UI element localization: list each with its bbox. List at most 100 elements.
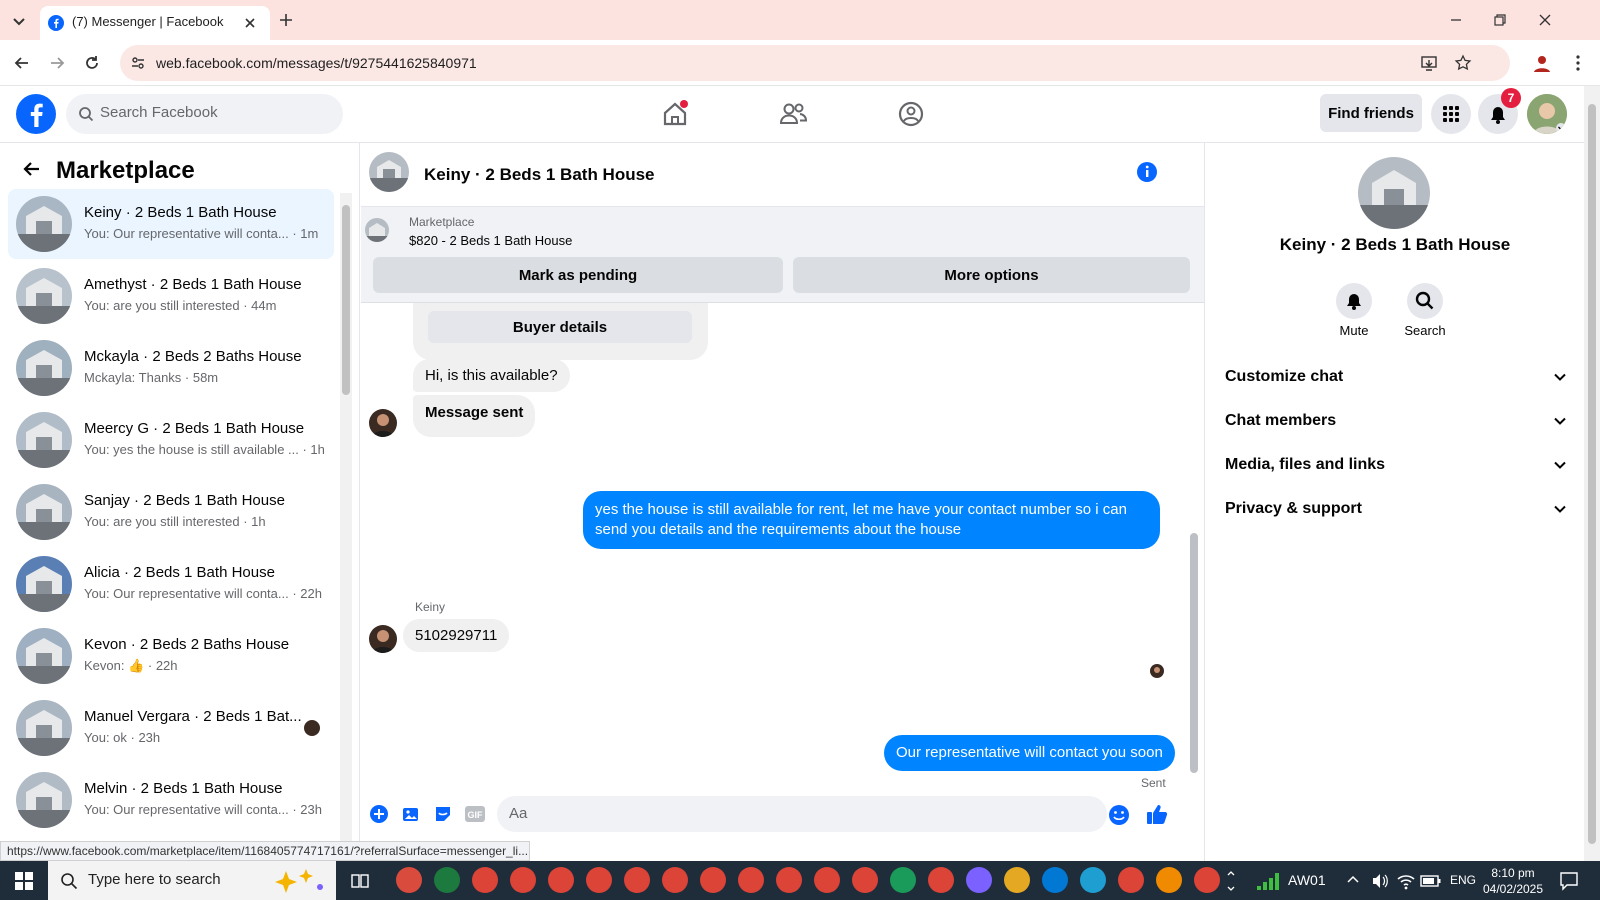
home-nav-button[interactable]: [655, 94, 695, 134]
menu-button[interactable]: [1431, 94, 1471, 134]
conversation-item[interactable]: Alicia · 2 Beds 1 Bath House You: Our rep…: [8, 549, 334, 619]
chat-scroll-thumb[interactable]: [1190, 533, 1198, 773]
conversation-item[interactable]: Sanjay · 2 Beds 1 Bath House You: are you…: [8, 477, 334, 547]
profile-photo[interactable]: [1358, 157, 1430, 229]
media-files-links-section[interactable]: Media, files and links: [1221, 450, 1571, 480]
conversation-item[interactable]: Keiny · 2 Beds 1 Bath House You: Our repr…: [8, 189, 334, 259]
chrome-icon[interactable]: [510, 867, 536, 893]
plus-circle-icon[interactable]: [369, 804, 389, 824]
privacy-support-section[interactable]: Privacy & support: [1221, 494, 1571, 524]
url-text[interactable]: web.facebook.com/messages/t/927544162584…: [156, 55, 477, 71]
chrome-icon[interactable]: [586, 867, 612, 893]
excel-icon[interactable]: [434, 867, 460, 893]
notifications-button[interactable]: 7: [1478, 88, 1521, 134]
back-arrow-icon[interactable]: [22, 159, 42, 179]
conversation-item[interactable]: Manuel Vergara · 2 Beds 1 Bat... You: ok …: [8, 693, 334, 763]
thumbs-up-icon[interactable]: [1145, 802, 1169, 826]
sender-avatar[interactable]: [369, 625, 397, 653]
file-explorer-icon[interactable]: [1004, 867, 1030, 893]
chrome-icon[interactable]: [928, 867, 954, 893]
search-in-chat-button[interactable]: [1407, 283, 1443, 319]
photo-icon[interactable]: [401, 804, 421, 824]
edge-icon[interactable]: [1080, 867, 1106, 893]
notification-center-icon[interactable]: [1558, 870, 1580, 892]
chrome-icon[interactable]: [814, 867, 840, 893]
input-language[interactable]: ENG: [1450, 873, 1476, 887]
chrome-icon[interactable]: [1118, 867, 1144, 893]
taskbar-search[interactable]: [48, 861, 336, 900]
chat-title[interactable]: Keiny · 2 Beds 1 Bath House: [424, 165, 655, 185]
back-arrow-icon[interactable]: [12, 53, 32, 73]
kebab-menu-icon[interactable]: [1568, 53, 1588, 73]
chevron-up-icon[interactable]: [1346, 873, 1360, 887]
copilot-icon[interactable]: [966, 867, 992, 893]
network-signal-icon[interactable]: [1255, 870, 1281, 892]
mark-as-pending-button[interactable]: Mark as pending: [373, 257, 783, 293]
page-scroll-thumb[interactable]: [1588, 104, 1596, 844]
facebook-search[interactable]: [66, 94, 343, 134]
chat-avatar[interactable]: [369, 152, 409, 192]
minimize-icon[interactable]: [1448, 12, 1464, 28]
message-composer[interactable]: [497, 796, 1107, 832]
sidebar-scrollbar[interactable]: [340, 193, 352, 861]
tab-search-button[interactable]: [8, 10, 30, 32]
message-input[interactable]: [509, 805, 1069, 822]
sender-avatar[interactable]: [369, 409, 397, 437]
chrome-icon[interactable]: [548, 867, 574, 893]
conversation-item[interactable]: Melvin · 2 Beds 1 Bath House You: Our rep…: [8, 765, 334, 835]
install-app-icon[interactable]: [1420, 54, 1438, 72]
forward-arrow-icon[interactable]: [47, 53, 67, 73]
reload-icon[interactable]: [82, 53, 102, 73]
page-scrollbar[interactable]: [1584, 86, 1600, 861]
conversation-item[interactable]: Kevon · 2 Beds 2 Baths House Kevon: 👍 · 2…: [8, 621, 334, 691]
taskbar-search-input[interactable]: [88, 871, 258, 888]
sticker-icon[interactable]: [433, 804, 453, 824]
sidebar-scroll-thumb[interactable]: [342, 205, 350, 395]
facebook-logo-icon[interactable]: [16, 94, 56, 134]
taskbar-scroll-arrows-icon[interactable]: [1226, 867, 1236, 895]
omnibox[interactable]: web.facebook.com/messages/t/927544162584…: [120, 45, 1510, 81]
restore-icon[interactable]: [1492, 12, 1508, 28]
chrome-icon[interactable]: [700, 867, 726, 893]
chrome-icon[interactable]: [472, 867, 498, 893]
bookmark-star-icon[interactable]: [1454, 54, 1472, 72]
friends-nav-button[interactable]: [773, 94, 813, 134]
snip-app-icon[interactable]: [396, 867, 422, 893]
clock[interactable]: 8:10 pm 04/02/2025: [1478, 865, 1548, 897]
mute-button[interactable]: [1336, 283, 1372, 319]
chrome-green-icon[interactable]: [890, 867, 916, 893]
conversation-item[interactable]: Amethyst · 2 Beds 1 Bath House You: are y…: [8, 261, 334, 331]
chat-members-section[interactable]: Chat members: [1221, 406, 1571, 436]
search-input[interactable]: [100, 104, 330, 121]
account-avatar[interactable]: [1527, 94, 1567, 134]
window-close-icon[interactable]: [1537, 12, 1553, 28]
chrome-icon[interactable]: [776, 867, 802, 893]
groups-nav-button[interactable]: [891, 94, 931, 134]
close-icon[interactable]: [244, 17, 256, 29]
chrome-icon[interactable]: [852, 867, 878, 893]
conversation-item[interactable]: Meercy G · 2 Beds 1 Bath House You: yes t…: [8, 405, 334, 475]
task-view-icon[interactable]: [350, 871, 370, 891]
outlook-icon[interactable]: [1042, 867, 1068, 893]
info-icon[interactable]: [1136, 161, 1158, 183]
windows-start-icon[interactable]: [14, 871, 34, 891]
listing-thumbnail[interactable]: [365, 218, 389, 242]
listing-price-title[interactable]: $820 - 2 Beds 1 Bath House: [409, 233, 572, 248]
new-tab-plus-icon[interactable]: [278, 12, 294, 28]
vlc-icon[interactable]: [1156, 867, 1182, 893]
more-options-button[interactable]: More options: [793, 257, 1190, 293]
customize-chat-section[interactable]: Customize chat: [1221, 362, 1571, 392]
site-settings-icon[interactable]: [130, 55, 146, 71]
wifi-icon[interactable]: [1396, 871, 1416, 891]
find-friends-button[interactable]: Find friends: [1320, 94, 1422, 132]
chrome-icon[interactable]: [662, 867, 688, 893]
network-name[interactable]: AW01: [1288, 872, 1326, 888]
battery-icon[interactable]: [1420, 873, 1442, 889]
chrome-icon[interactable]: [624, 867, 650, 893]
chrome-icon[interactable]: [738, 867, 764, 893]
conversation-item[interactable]: Mckayla · 2 Beds 2 Baths House Mckayla: T…: [8, 333, 334, 403]
chat-scrollbar[interactable]: [1187, 303, 1201, 783]
chrome-icon[interactable]: [1194, 867, 1220, 893]
buyer-details-button[interactable]: Buyer details: [428, 311, 692, 343]
emoji-icon[interactable]: [1108, 804, 1130, 826]
